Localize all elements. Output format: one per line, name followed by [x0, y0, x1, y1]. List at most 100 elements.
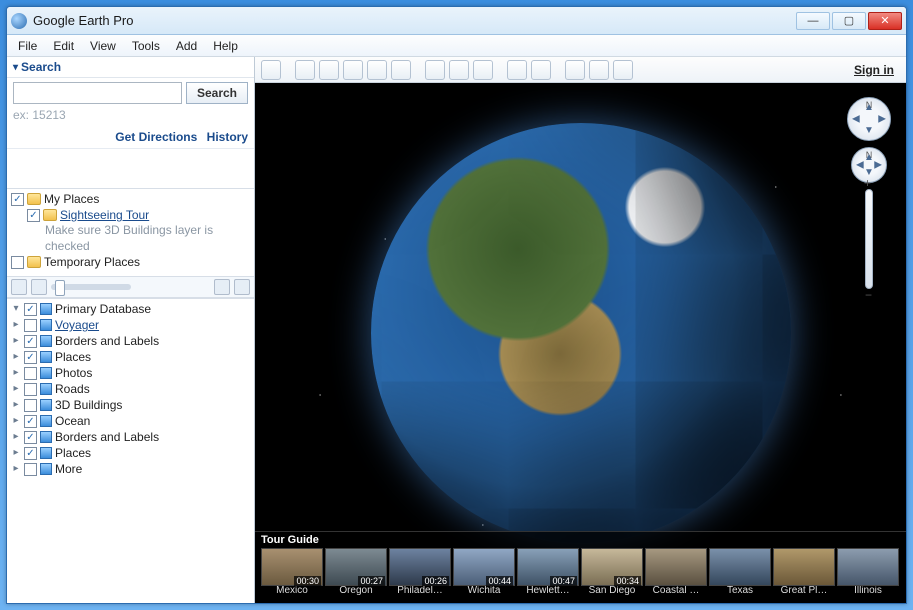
polygon-icon[interactable]: [319, 60, 339, 80]
layer-checkbox[interactable]: [24, 399, 37, 412]
sightseeing-checkbox[interactable]: [27, 209, 40, 222]
sunlight-icon[interactable]: [449, 60, 469, 80]
close-button[interactable]: ✕: [868, 12, 902, 30]
minimize-button[interactable]: —: [796, 12, 830, 30]
expander-icon[interactable]: ▸: [11, 351, 21, 362]
primary-db-label[interactable]: Primary Database: [55, 302, 151, 316]
tour-thumb: [773, 548, 835, 586]
temporary-checkbox[interactable]: [11, 256, 24, 269]
my-places-label[interactable]: My Places: [44, 192, 99, 206]
tour-time: 00:47: [550, 576, 577, 586]
hide-sidebar-icon[interactable]: [261, 60, 281, 80]
temporary-label[interactable]: Temporary Places: [44, 255, 140, 269]
places-tool-icon[interactable]: [31, 279, 47, 295]
maximize-button[interactable]: ▢: [832, 12, 866, 30]
layer-checkbox[interactable]: [24, 351, 37, 364]
search-button[interactable]: Search: [186, 82, 248, 104]
menu-edit[interactable]: Edit: [46, 37, 81, 55]
print-icon[interactable]: [565, 60, 585, 80]
tour-item[interactable]: 00:34San Diego: [581, 548, 643, 600]
tour-item[interactable]: Great Pl…: [773, 548, 835, 600]
placemark-icon[interactable]: [295, 60, 315, 80]
tour-item[interactable]: Texas: [709, 548, 771, 600]
my-places-checkbox[interactable]: [11, 193, 24, 206]
path-icon[interactable]: [343, 60, 363, 80]
layer-label[interactable]: Roads: [55, 382, 90, 396]
layer-icon: [40, 335, 52, 347]
remove-place-icon[interactable]: [234, 279, 250, 295]
titlebar[interactable]: Google Earth Pro — ▢ ✕: [7, 7, 906, 35]
layer-checkbox[interactable]: [24, 367, 37, 380]
layer-label[interactable]: Places: [55, 446, 91, 460]
tour-time: 00:27: [358, 576, 385, 586]
planet-icon[interactable]: [473, 60, 493, 80]
search-input[interactable]: [13, 82, 182, 104]
layer-label[interactable]: More: [55, 462, 82, 476]
add-place-icon[interactable]: [214, 279, 230, 295]
zoom-slider[interactable]: [865, 189, 873, 289]
email-icon[interactable]: [531, 60, 551, 80]
history-link[interactable]: History: [207, 130, 248, 144]
look-wheel[interactable]: ▲▼ ◀▶: [847, 97, 891, 141]
menu-view[interactable]: View: [83, 37, 123, 55]
expander-icon[interactable]: ▸: [11, 367, 21, 378]
layer-checkbox[interactable]: [24, 383, 37, 396]
layer-checkbox[interactable]: [24, 415, 37, 428]
expander-icon[interactable]: ▸: [11, 431, 21, 442]
expander-icon[interactable]: ▸: [11, 335, 21, 346]
layer-label[interactable]: Ocean: [55, 414, 90, 428]
expander-icon[interactable]: ▸: [11, 447, 21, 458]
menu-file[interactable]: File: [11, 37, 44, 55]
get-directions-link[interactable]: Get Directions: [115, 130, 197, 144]
layer-label[interactable]: Photos: [55, 366, 92, 380]
image-overlay-icon[interactable]: [367, 60, 387, 80]
layer-checkbox[interactable]: [24, 447, 37, 460]
search-places-icon[interactable]: [11, 279, 27, 295]
menu-tools[interactable]: Tools: [125, 37, 167, 55]
menu-add[interactable]: Add: [169, 37, 204, 55]
tour-item[interactable]: 00:27Oregon: [325, 548, 387, 600]
sightseeing-link[interactable]: Sightseeing Tour: [60, 208, 149, 222]
tour-item[interactable]: 00:47Hewlett…: [517, 548, 579, 600]
layer-label[interactable]: 3D Buildings: [55, 398, 122, 412]
history-icon[interactable]: [425, 60, 445, 80]
search-header[interactable]: Search: [7, 57, 254, 78]
tour-guide-title: Tour Guide: [261, 534, 900, 546]
layer-checkbox[interactable]: [24, 319, 37, 332]
tour-caption: Oregon: [325, 586, 387, 596]
primary-db-checkbox[interactable]: [24, 303, 37, 316]
earth-globe[interactable]: [371, 123, 791, 543]
globe-viewport[interactable]: ▲▼ ◀▶ ▲▼ ◀▶ Tour Guide 00:30Mexico00:27O…: [255, 83, 906, 603]
opacity-slider[interactable]: [51, 284, 131, 290]
layer-label[interactable]: Voyager: [55, 318, 99, 332]
layer-checkbox[interactable]: [24, 431, 37, 444]
tour-caption: Texas: [709, 586, 771, 596]
layer-label[interactable]: Borders and Labels: [55, 430, 159, 444]
tour-strip[interactable]: 00:30Mexico00:27Oregon00:26Philadel…00:4…: [261, 548, 900, 600]
main-area: Sign in ▲▼ ◀▶ ▲▼ ◀▶ Tour: [255, 57, 906, 603]
layer-checkbox[interactable]: [24, 335, 37, 348]
tour-caption: Wichita: [453, 586, 515, 596]
sign-in-link[interactable]: Sign in: [848, 63, 900, 77]
ruler-icon[interactable]: [507, 60, 527, 80]
tour-item[interactable]: Illinois: [837, 548, 899, 600]
layer-label[interactable]: Borders and Labels: [55, 334, 159, 348]
save-image-icon[interactable]: [589, 60, 609, 80]
expander-icon[interactable]: ▸: [11, 319, 21, 330]
expander-icon[interactable]: ▸: [11, 383, 21, 394]
layer-icon: [40, 415, 52, 427]
tour-item[interactable]: 00:44Wichita: [453, 548, 515, 600]
menu-help[interactable]: Help: [206, 37, 245, 55]
tour-item[interactable]: Coastal …: [645, 548, 707, 600]
expander-icon[interactable]: ▸: [11, 415, 21, 426]
expander-icon[interactable]: ▾: [11, 303, 21, 314]
expander-icon[interactable]: ▸: [11, 399, 21, 410]
layer-label[interactable]: Places: [55, 350, 91, 364]
record-tour-icon[interactable]: [391, 60, 411, 80]
tour-item[interactable]: 00:26Philadel…: [389, 548, 451, 600]
tour-item[interactable]: 00:30Mexico: [261, 548, 323, 600]
expander-icon[interactable]: ▸: [11, 463, 21, 474]
layer-checkbox[interactable]: [24, 463, 37, 476]
view-maps-icon[interactable]: [613, 60, 633, 80]
tour-caption: Mexico: [261, 586, 323, 596]
